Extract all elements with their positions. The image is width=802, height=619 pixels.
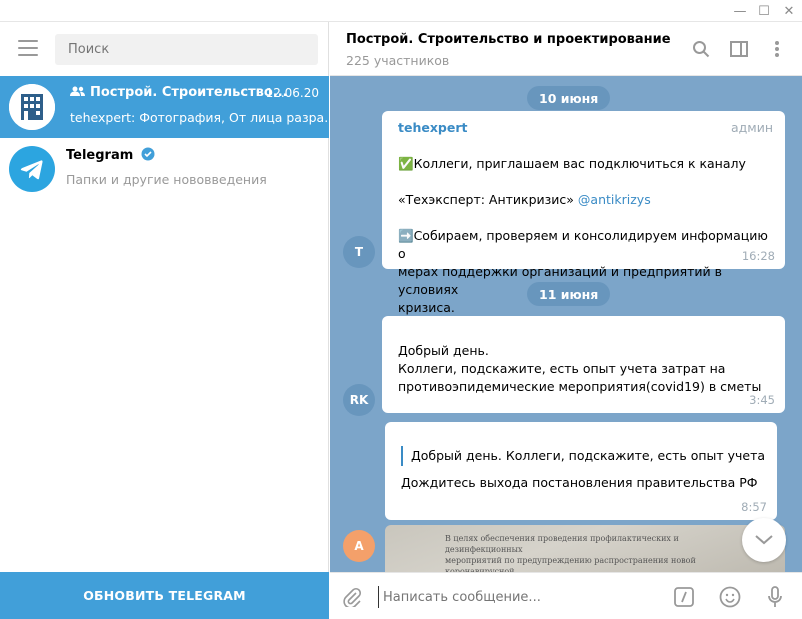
telegram-plane-icon — [20, 160, 43, 180]
building-logo-icon — [9, 84, 55, 130]
message-line-text: «Техэксперт: Антикризис» — [398, 192, 578, 207]
minimize-button[interactable]: — — [729, 0, 751, 22]
scroll-down-button[interactable] — [742, 518, 786, 562]
verified-icon — [141, 147, 155, 161]
chat-item-telegram[interactable]: Telegram Папки и другие нововведения — [0, 138, 329, 200]
admin-badge: админ — [730, 120, 773, 135]
message-bubble: Добрый день. Коллеги, подскажите, есть о… — [382, 316, 785, 413]
chat-date: 12.06.20 — [265, 86, 319, 100]
chat-pane: Построй. Строительство и проектирование … — [330, 22, 802, 619]
chat-avatar-postroy — [9, 84, 55, 130]
window-titlebar: — ☐ ✕ — [0, 0, 802, 22]
bot-command-icon[interactable] — [672, 585, 696, 609]
maximize-button[interactable]: ☐ — [753, 0, 775, 22]
member-count: 225 участников — [346, 53, 450, 68]
microphone-icon[interactable] — [763, 585, 787, 609]
chat-title-text: Построй. Строительство... — [90, 85, 288, 100]
maximize-icon: ☐ — [758, 3, 770, 19]
message-list[interactable]: 10 июня T tehexpert админ ✅Коллеги, приг… — [330, 76, 802, 572]
minimize-icon: — — [733, 3, 747, 19]
avatar[interactable]: RK — [343, 384, 375, 416]
chat-header[interactable]: Построй. Строительство и проектирование … — [330, 22, 802, 76]
close-button[interactable]: ✕ — [778, 0, 800, 22]
message-input[interactable] — [378, 586, 658, 608]
search-icon[interactable] — [690, 38, 712, 60]
message-author[interactable]: tehexpert — [398, 119, 467, 137]
message-composer — [330, 572, 802, 619]
chat-header-title: Построй. Строительство и проектирование — [346, 32, 671, 47]
message-line: ✅Коллеги, приглашаем вас подключиться к … — [398, 156, 746, 171]
chat-title-text: Telegram — [66, 148, 134, 163]
chat-item-postroy[interactable]: Построй. Строительство... 12.06.20 tehex… — [0, 76, 336, 138]
chat-preview: tehexpert: Фотография, От лица разра... — [70, 110, 337, 125]
message-text: Добрый день. Коллеги, подскажите, есть о… — [398, 343, 762, 394]
group-icon — [70, 86, 85, 96]
date-divider: 10 июня — [527, 86, 611, 110]
search-input[interactable] — [55, 34, 318, 65]
photo-attachment[interactable]: В целях обеспечения проведения профилакт… — [385, 525, 785, 572]
chat-title: Telegram — [66, 147, 155, 163]
chat-title: Построй. Строительство... — [70, 85, 288, 100]
message-bubble: tehexpert админ ✅Коллеги, приглашаем вас… — [382, 111, 785, 351]
photo-text: В целях обеспечения проведения профилакт… — [445, 534, 696, 572]
avatar[interactable]: T — [343, 236, 375, 268]
telegram-avatar — [9, 146, 55, 192]
message-text: Дождитесь выхода постановления правитель… — [401, 475, 758, 490]
hamburger-menu-icon[interactable] — [18, 40, 38, 56]
date-divider: 11 июня — [527, 282, 611, 306]
emoji-icon[interactable] — [718, 585, 742, 609]
chevron-down-icon — [755, 535, 773, 545]
message-time: 8:57 — [741, 500, 767, 514]
message-time: 16:28 — [741, 249, 775, 263]
reply-bubble: Добрый день. Коллеги, подскажите, есть о… — [385, 422, 777, 520]
avatar[interactable]: A — [343, 530, 375, 562]
sidebar: Построй. Строительство... 12.06.20 tehex… — [0, 22, 336, 619]
sidebar-toggle-icon[interactable] — [728, 38, 750, 60]
reply-quote[interactable]: Добрый день. Коллеги, подскажите, есть о… — [401, 446, 767, 466]
chat-preview: Папки и другие нововведения — [66, 172, 267, 187]
update-telegram-button[interactable]: ОБНОВИТЬ TELEGRAM — [0, 572, 329, 619]
attach-icon[interactable] — [340, 585, 364, 609]
message-time: 3:45 — [749, 393, 775, 407]
message-line: «Техэксперт: Антикризис» @antikrizys — [398, 191, 775, 209]
channel-link[interactable]: @antikrizys — [578, 192, 651, 207]
close-icon: ✕ — [783, 3, 795, 19]
more-options-icon[interactable] — [766, 38, 788, 60]
